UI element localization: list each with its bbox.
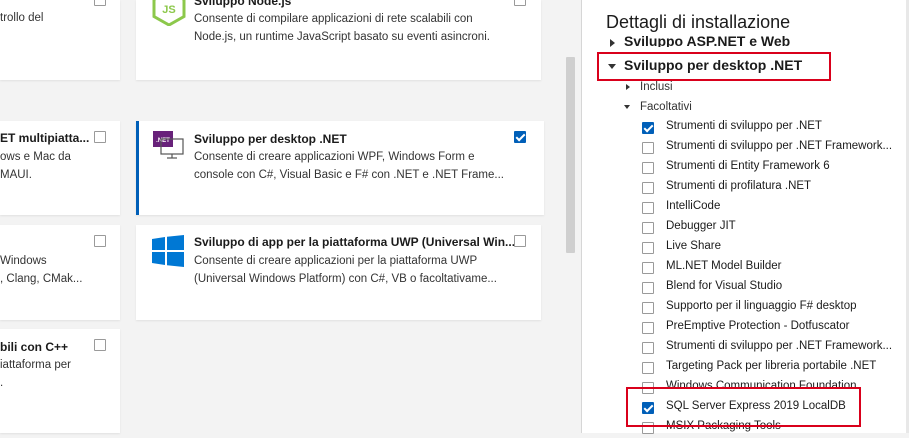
option-label: Blend for Visual Studio <box>666 280 783 292</box>
chevron-right-icon <box>610 39 615 47</box>
workload-checkbox[interactable] <box>514 235 526 247</box>
workload-name: Sviluppo ASP.NET e Web <box>624 33 791 47</box>
workload-checkbox[interactable] <box>514 0 526 6</box>
workloads-scrollbar-thumb[interactable] <box>566 57 575 253</box>
option-label: ML.NET Model Builder <box>666 260 782 272</box>
workload-checkbox[interactable] <box>94 131 106 143</box>
option-checkbox[interactable] <box>642 282 654 294</box>
card-description: Consente di compilare applicazioni di re… <box>194 13 490 43</box>
option-checkbox[interactable] <box>642 222 654 234</box>
option-label: Strumenti di sviluppo per .NET Framework… <box>666 140 893 152</box>
card-description: Consente di creare applicazioni WPF, Win… <box>194 151 504 181</box>
option-row[interactable]: Blend for Visual Studio <box>641 278 909 298</box>
option-row[interactable]: IntelliCode <box>641 198 909 218</box>
option-row[interactable]: Debugger JIT <box>641 218 909 238</box>
workload-checkbox[interactable] <box>94 0 106 6</box>
highlight-sql-option-box <box>626 387 861 427</box>
dotnet-desktop-icon: .NET <box>153 131 184 159</box>
card-description: Consente di creare applicazioni per la p… <box>194 255 497 285</box>
highlight-workload-box <box>597 52 831 81</box>
card-title: ET multipiatta... <box>0 131 90 145</box>
option-checkbox[interactable] <box>642 142 654 154</box>
option-row[interactable]: Live Share <box>641 238 909 258</box>
chevron-right-icon <box>626 84 630 90</box>
card-description: Windows , Clang, CMak... <box>0 255 83 285</box>
workload-row-aspnet[interactable]: Sviluppo ASP.NET e Web <box>606 31 896 47</box>
option-row[interactable]: Supporto per il linguaggio F# desktop <box>641 298 909 318</box>
option-checkbox[interactable] <box>642 302 654 314</box>
card-description: iattaforma per . <box>0 359 71 389</box>
workload-checkbox[interactable] <box>514 131 526 143</box>
option-label: Strumenti di Entity Framework 6 <box>666 160 830 172</box>
workload-card-nodejs[interactable]: JS Sviluppo Node.js Consente di compilar… <box>136 0 541 80</box>
option-row[interactable]: Strumenti di sviluppo per .NET Framework… <box>641 138 909 158</box>
option-row[interactable]: Strumenti di profilatura .NET <box>641 178 909 198</box>
card-description: ows e Mac da MAUI. <box>0 151 71 181</box>
option-checkbox[interactable] <box>642 242 654 254</box>
option-label: Targeting Pack per libreria portabile .N… <box>666 360 877 372</box>
section-label: Facoltativi <box>640 101 692 113</box>
option-label: Supporto per il linguaggio F# desktop <box>666 300 857 312</box>
nodejs-icon: JS <box>152 0 186 26</box>
card-title: Sviluppo di app per la piattaforma UWP (… <box>194 235 516 249</box>
option-checkbox[interactable] <box>642 122 654 134</box>
windows-logo-icon <box>152 235 184 267</box>
option-label: Debugger JIT <box>666 220 736 232</box>
workload-card-dotnet-desktop[interactable]: .NET Sviluppo per desktop .NET Consente … <box>136 121 544 215</box>
option-row[interactable]: Strumenti di sviluppo per .NET <box>641 118 909 138</box>
chevron-down-icon <box>624 105 630 109</box>
option-label: Strumenti di sviluppo per .NET Framework… <box>666 340 893 352</box>
option-row[interactable]: Strumenti di sviluppo per .NET Framework… <box>641 338 909 358</box>
card-title: Sviluppo per desktop .NET <box>194 132 347 146</box>
card-description: trollo del <box>0 12 44 24</box>
option-checkbox[interactable] <box>642 322 654 334</box>
workload-checkbox[interactable] <box>94 235 106 247</box>
panel-title: Dettagli di installazione <box>606 12 791 32</box>
option-checkbox[interactable] <box>642 342 654 354</box>
workload-card-mobile-cpp[interactable]: bili con C++ iattaforma per . <box>0 329 120 433</box>
workload-card-top-left[interactable]: trollo del <box>0 0 120 80</box>
workload-card-uwp[interactable]: Sviluppo di app per la piattaforma UWP (… <box>136 225 541 320</box>
option-checkbox[interactable] <box>642 162 654 174</box>
option-row[interactable]: PreEmptive Protection - Dotfuscator <box>641 318 909 338</box>
workload-checkbox[interactable] <box>94 339 106 351</box>
option-checkbox[interactable] <box>642 362 654 374</box>
option-checkbox[interactable] <box>642 182 654 194</box>
option-row[interactable]: Targeting Pack per libreria portabile .N… <box>641 358 909 378</box>
option-label: PreEmptive Protection - Dotfuscator <box>666 320 850 332</box>
option-label: Strumenti di profilatura .NET <box>666 180 812 192</box>
option-label: Strumenti di sviluppo per .NET <box>666 120 822 132</box>
workload-card-maui[interactable]: ET multipiatta... ows e Mac da MAUI. <box>0 121 120 215</box>
card-title: Sviluppo Node.js <box>194 0 292 8</box>
section-optional[interactable]: Facoltativi <box>624 99 824 117</box>
option-label: IntelliCode <box>666 200 721 212</box>
option-row[interactable]: Strumenti di Entity Framework 6 <box>641 158 909 178</box>
section-included[interactable]: Inclusi <box>626 79 826 97</box>
option-checkbox[interactable] <box>642 262 654 274</box>
workload-card-cpp[interactable]: Windows , Clang, CMak... <box>0 225 120 320</box>
card-title: bili con C++ <box>0 340 69 354</box>
option-row[interactable]: ML.NET Model Builder <box>641 258 909 278</box>
option-checkbox[interactable] <box>642 202 654 214</box>
option-label: Live Share <box>666 240 721 252</box>
nodejs-badge-text: JS <box>162 4 175 16</box>
section-label: Inclusi <box>640 81 673 93</box>
